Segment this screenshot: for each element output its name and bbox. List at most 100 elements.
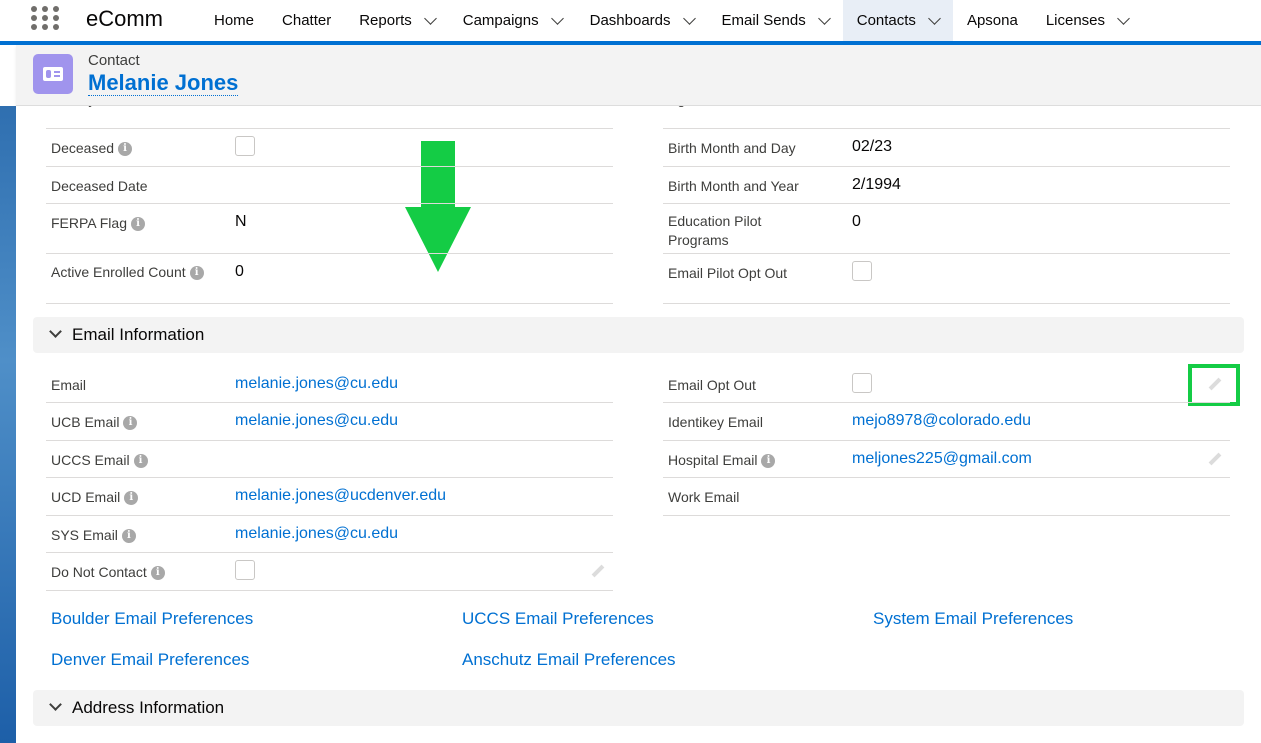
field-label-text: UCB Email [51,414,120,430]
section-title: Email Information [72,325,205,344]
nav-tab-licenses[interactable]: Licenses [1032,0,1142,41]
field-value: 02/23 [852,138,893,155]
checkbox[interactable] [235,560,255,580]
background-strip [0,106,16,743]
field-row: Age 26 [663,106,1230,129]
info-icon[interactable]: i [118,142,133,157]
nav-tab-campaigns[interactable]: Campaigns [449,0,576,41]
field-label: Email Opt Out [668,376,838,395]
chevron-down-icon[interactable] [1117,11,1130,25]
field-value: 26 [852,106,870,107]
field-label-text: Military Affiliation [51,106,155,107]
info-icon[interactable]: i [150,566,165,581]
field-label-text: Email Opt Out [668,377,756,393]
email-preferences-link[interactable]: System Email Preferences [873,609,1073,629]
contact-card-icon [33,54,73,94]
email-preferences-link[interactable]: Denver Email Preferences [51,650,249,670]
chevron-down-icon[interactable] [817,11,831,25]
nav-tab-chatter[interactable]: Chatter [268,0,345,41]
field-value[interactable]: meljones225@gmail.com [852,450,1032,468]
field-value[interactable]: melanie.jones@ucdenver.edu [235,487,446,505]
edit-pencil-icon[interactable] [591,564,605,578]
checkbox[interactable] [852,373,872,393]
edit-pencil-icon[interactable] [1208,452,1222,466]
info-icon[interactable]: i [121,529,136,544]
chevron-down-icon[interactable] [550,11,564,25]
field-value[interactable]: melanie.jones@cu.edu [235,375,398,393]
field-value[interactable]: melanie.jones@cu.edu [235,412,398,430]
section-email-information[interactable]: Email Information [33,317,1244,353]
email-preferences-link[interactable]: UCCS Email Preferences [462,609,654,629]
field-row: Birth Month and Year 2/1994 [663,167,1230,204]
field-value: 0 [235,263,244,280]
field-label-text: Email [51,377,87,393]
nav-tab-email-sends[interactable]: Email Sends [708,0,843,41]
field-label-text: FERPA Flag [51,215,127,231]
field-label: UCD Email i [51,488,221,507]
field-label-text: Work Email [668,489,740,505]
waffle-icon[interactable] [31,6,59,30]
field-label-text: Age [668,106,693,107]
nav-tab-apsona[interactable]: Apsona [953,0,1032,41]
field-row: Hospital Email i meljones225@gmail.com [663,441,1230,478]
field-label-text: Do Not Contact [51,564,147,580]
chevron-down-icon[interactable] [423,11,437,25]
field-row: Education Pilot Programs 0 [663,204,1230,254]
nav-tab-label: Home [214,12,255,29]
chevron-down-icon [49,325,62,338]
nav-tab-reports[interactable]: Reports [345,0,449,41]
record-header: Contact Melanie Jones [16,45,1261,106]
field-label: Identikey Email [668,413,838,432]
field-value[interactable]: melanie.jones@cu.edu [235,525,398,543]
info-icon[interactable]: i [123,416,138,431]
field-row: SYS Email i melanie.jones@cu.edu [46,516,613,553]
field-row: FERPA Flag i N [46,204,613,254]
field-label: Birth Month and Day [668,139,838,158]
checkbox[interactable] [852,261,872,281]
field-row: Birth Month and Day 02/23 [663,129,1230,167]
field-value[interactable]: mejo8978@colorado.edu [852,412,1031,430]
nav-tab-label: Contacts [856,12,916,29]
nav-tab-label: Dashboards [589,12,671,29]
nav-tabs: Home Chatter Reports Campaigns Dashboards Ema… [200,0,1142,41]
edit-pencil-icon[interactable] [1208,377,1222,391]
field-label: Hospital Email i [668,451,838,470]
info-icon[interactable]: i [124,491,139,506]
field-label-text: SYS Email [51,527,118,543]
field-label: Age [668,106,838,109]
field-label: FERPA Flag i [51,214,221,233]
field-label: Military Affiliation [51,106,221,109]
nav-tab-label: Licenses [1045,12,1106,29]
field-label-text: Hospital Email [668,452,758,468]
record-detail: Email Information Address Information Mi… [16,106,1261,743]
nav-tab-home[interactable]: Home [200,0,268,41]
field-row: UCD Email i melanie.jones@ucdenver.edu [46,478,613,516]
record-name[interactable]: Melanie Jones [88,71,239,96]
checkbox[interactable] [235,136,255,156]
field-value: 0 [852,213,861,230]
field-label-text: Email Pilot Opt Out [668,265,788,281]
info-icon[interactable]: i [133,454,148,469]
nav-tab-contacts[interactable]: Contacts [842,0,953,41]
field-label: Do Not Contact i [51,563,221,582]
section-address-information[interactable]: Address Information [33,690,1244,726]
info-icon[interactable]: i [131,217,145,232]
chevron-down-icon[interactable] [682,11,696,25]
field-label-text: Deceased Date [51,178,148,194]
field-label: SYS Email i [51,526,221,545]
field-label: Work Email [668,488,838,507]
global-nav: eComm Home Chatter Reports Campaigns Dashboa… [0,0,1261,45]
field-row: UCCS Email i [46,441,613,478]
info-icon[interactable]: i [761,454,776,469]
field-label: Email [51,376,221,395]
field-value: N [235,213,247,230]
email-preferences-link[interactable]: Anschutz Email Preferences [462,650,676,670]
field-label: Email Pilot Opt Out [668,264,838,283]
info-icon[interactable]: i [189,266,204,281]
field-row: Email Opt Out [663,366,1230,403]
nav-tab-dashboards[interactable]: Dashboards [576,0,708,41]
nav-tab-label: Apsona [966,12,1018,29]
email-preferences-link[interactable]: Boulder Email Preferences [51,609,253,629]
chevron-down-icon [49,698,62,711]
chevron-down-icon[interactable] [928,11,941,25]
